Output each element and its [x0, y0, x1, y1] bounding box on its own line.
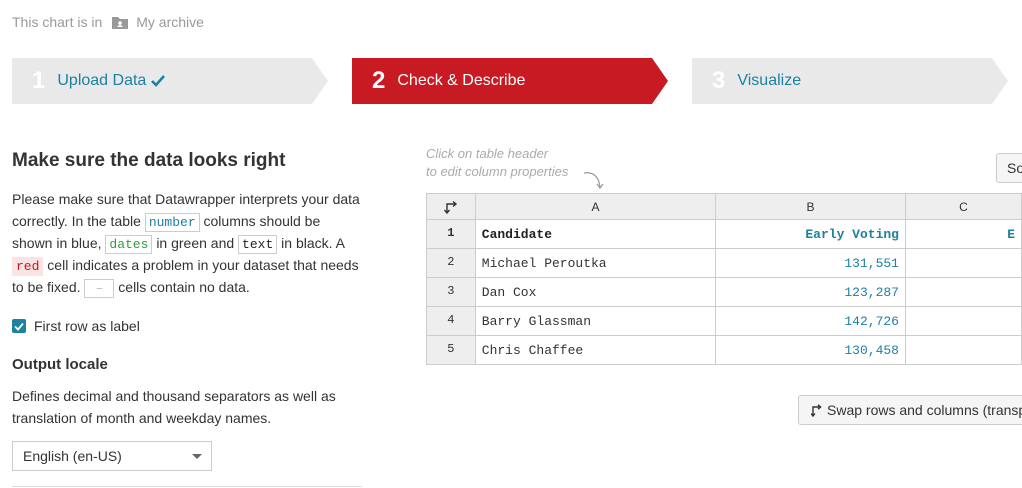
- table-cell[interactable]: Barry Glassman: [474, 306, 717, 336]
- row-number: 3: [426, 277, 476, 307]
- text-tag: text: [238, 235, 278, 254]
- table-cell[interactable]: [904, 335, 1022, 365]
- row-number: 2: [426, 248, 476, 278]
- step-chevron: [652, 58, 668, 104]
- red-tag: red: [12, 257, 44, 276]
- step-label: Check & Describe: [397, 72, 526, 89]
- step-visualize[interactable]: 3 Visualize: [692, 58, 1008, 104]
- instructions-text: Please make sure that Datawrapper interp…: [12, 188, 362, 298]
- locale-select[interactable]: English (en-US): [12, 441, 212, 471]
- transpose-icon: [811, 403, 823, 417]
- swap-label: Swap rows and columns (transpose): [827, 402, 1022, 418]
- step-chevron: [312, 58, 328, 104]
- column-header-b[interactable]: B: [715, 193, 906, 220]
- locale-value: English (en-US): [23, 448, 122, 464]
- section-title: Make sure the data looks right: [12, 150, 286, 171]
- step-number: 3: [712, 67, 726, 94]
- breadcrumb-prefix: This chart is in: [12, 14, 103, 30]
- swap-rows-columns-button[interactable]: Swap rows and columns (transpose): [798, 395, 1022, 425]
- step-navigation: 1 Upload Data 2 Check & Describe 3 Visua…: [12, 58, 1022, 104]
- row-number: 4: [426, 306, 476, 336]
- table-row: 1 Candidate Early Voting E: [426, 219, 1022, 249]
- locale-title: Output locale: [12, 356, 108, 373]
- step-label: Upload Data: [57, 72, 147, 89]
- table-cell[interactable]: Early Voting: [715, 219, 906, 249]
- divider: [12, 486, 362, 487]
- desc-part: in black. A: [281, 235, 345, 251]
- first-row-label-option[interactable]: First row as label: [12, 318, 362, 334]
- column-header-c[interactable]: C: [904, 193, 1022, 220]
- table-cell[interactable]: [904, 277, 1022, 307]
- table-cell[interactable]: [904, 306, 1022, 336]
- table-cell[interactable]: [904, 248, 1022, 278]
- transpose-icon: [427, 200, 475, 214]
- table-cell[interactable]: Candidate: [474, 219, 717, 249]
- table-cell[interactable]: Chris Chaffee: [474, 335, 717, 365]
- empty-tag: –: [84, 279, 115, 298]
- table-row: 3 Dan Cox 123,287: [426, 277, 1022, 307]
- step-number: 1: [32, 67, 46, 94]
- step-upload-data[interactable]: 1 Upload Data: [12, 58, 328, 104]
- transpose-corner[interactable]: [426, 193, 476, 220]
- row-number: 1: [426, 219, 476, 249]
- checkmark-icon: [151, 75, 166, 87]
- desc-part: in green and: [156, 235, 235, 251]
- table-hint: Click on table header to edit column pro…: [426, 145, 568, 181]
- chevron-down-icon: [192, 454, 202, 459]
- table-cell[interactable]: 123,287: [715, 277, 906, 307]
- breadcrumb: This chart is in My archive: [12, 14, 204, 30]
- step-number: 2: [372, 67, 386, 94]
- sort-button[interactable]: So: [996, 153, 1022, 183]
- curved-arrow-icon: [582, 170, 606, 192]
- breadcrumb-folder-link[interactable]: My archive: [136, 14, 204, 30]
- left-panel: Make sure the data looks right Please ma…: [12, 150, 362, 471]
- table-row: 2 Michael Peroutka 131,551: [426, 248, 1022, 278]
- hint-line: to edit column properties: [426, 164, 569, 179]
- step-label: Visualize: [737, 72, 802, 89]
- table-cell[interactable]: 142,726: [715, 306, 906, 336]
- table-row: 4 Barry Glassman 142,726: [426, 306, 1022, 336]
- table-cell[interactable]: E: [904, 219, 1022, 249]
- table-cell[interactable]: 130,458: [715, 335, 906, 365]
- dates-tag: dates: [105, 235, 153, 254]
- hint-line: Click on table header: [426, 146, 549, 161]
- table-cell[interactable]: Dan Cox: [474, 277, 717, 307]
- first-row-checkbox[interactable]: [12, 319, 26, 333]
- folder-icon: [112, 16, 129, 29]
- table-cell[interactable]: Michael Peroutka: [474, 248, 717, 278]
- column-header-a[interactable]: A: [474, 193, 717, 220]
- data-table: A B C 1 Candidate Early Voting E 2 Micha…: [426, 193, 1022, 365]
- desc-part: cells contain no data.: [118, 279, 250, 295]
- row-number: 5: [426, 335, 476, 365]
- locale-description: Defines decimal and thousand separators …: [12, 388, 336, 426]
- table-cell[interactable]: 131,551: [715, 248, 906, 278]
- first-row-label: First row as label: [34, 318, 140, 334]
- step-chevron: [992, 58, 1008, 104]
- number-tag: number: [144, 213, 200, 232]
- step-check-describe[interactable]: 2 Check & Describe: [352, 58, 668, 104]
- table-row: 5 Chris Chaffee 130,458: [426, 335, 1022, 365]
